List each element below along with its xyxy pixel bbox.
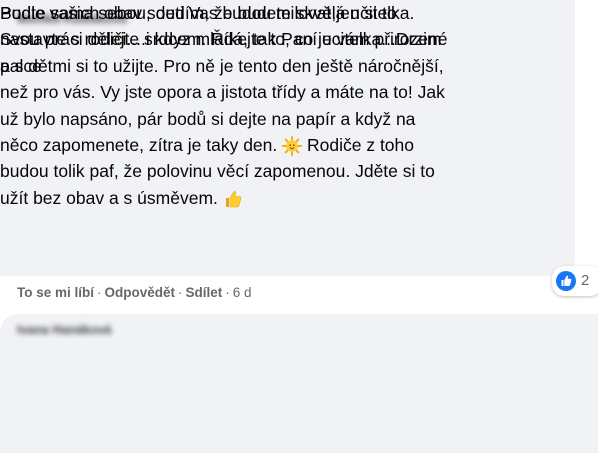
share-link[interactable]: Sdílet: [186, 285, 223, 300]
like-link[interactable]: To se mi líbí: [17, 285, 94, 300]
comment-line-part: něco zapomenete, zítra je taky den.: [0, 135, 278, 156]
separator: ·: [178, 285, 183, 300]
timestamp-link[interactable]: 6 d: [233, 285, 252, 300]
separator: ·: [97, 285, 102, 300]
comment-line-part: užít bez obav a s úsměvem.: [0, 187, 218, 208]
comment-line: užít bez obav a s úsměvem.: [0, 185, 447, 211]
comment-line-part: Rodiče z toho: [307, 135, 415, 156]
comment-author[interactable]: Ivana Hanáková: [17, 323, 112, 337]
reply-link[interactable]: Odpovědět: [105, 285, 176, 300]
comment-line: palce: [0, 55, 42, 76]
comment-line: Budte sama sebou, deti Vas budou milovat…: [0, 3, 397, 23]
comment-line: než pro vás. Vy jste opora a jistota tří…: [0, 82, 445, 103]
separator: ·: [225, 285, 230, 300]
like-icon: [556, 271, 576, 291]
comment-actions: To se mi líbí · Odpovědět · Sdílet · 6 d: [17, 285, 252, 300]
thumbs-up-emoji-icon: [225, 191, 241, 208]
comment-line: něco zapomenete, zítra je taky den. Rodi…: [0, 132, 447, 158]
comment-line: budou tolik paf, že polovinu věcí zapome…: [0, 161, 435, 182]
reaction-summary[interactable]: 2: [552, 266, 598, 296]
comment-line: nastavte s rodiči....i kdyz mladá, tak P…: [0, 29, 442, 50]
reaction-count: 2: [581, 272, 590, 289]
comment-text: Budte sama sebou, deti Vas budou milovat…: [0, 0, 442, 79]
sun-emoji-icon: [282, 136, 303, 157]
comment-line: už bylo napsáno, pár bodů si dejte na pa…: [0, 108, 416, 129]
